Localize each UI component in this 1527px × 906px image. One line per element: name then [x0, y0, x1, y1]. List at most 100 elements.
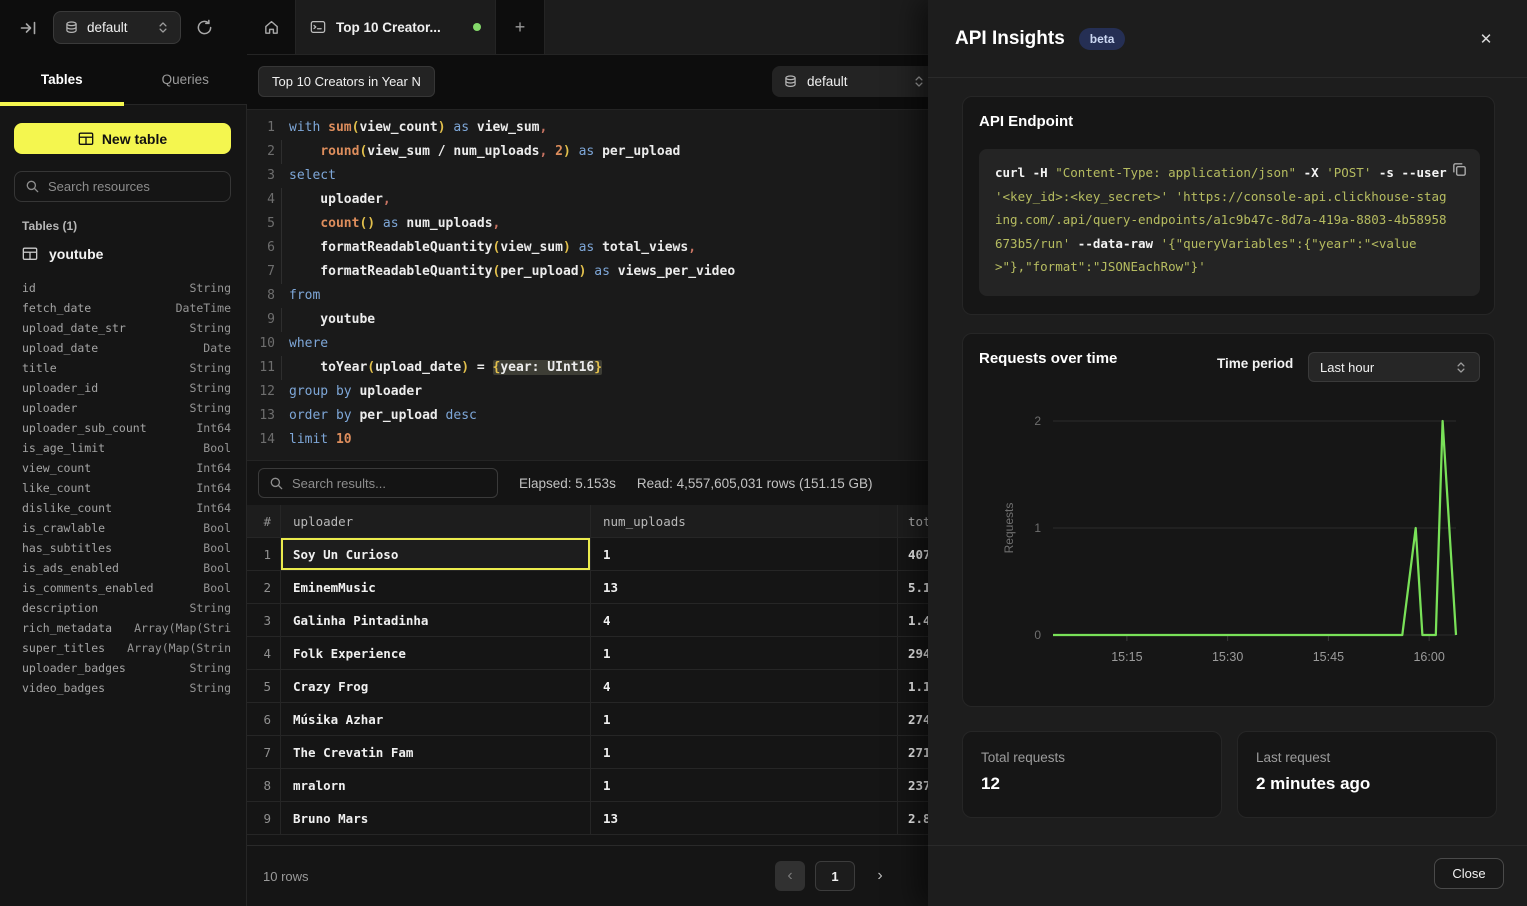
results-search[interactable] — [258, 468, 498, 498]
uploader-cell[interactable]: The Crevatin Fam — [281, 736, 591, 768]
sql-code: formatReadableQuantity(view_sum) as tota… — [275, 236, 696, 260]
query-name-button[interactable]: Top 10 Creators in Year N — [258, 66, 435, 97]
total-views-cell[interactable]: 407 — [898, 538, 928, 570]
column-type: Bool — [203, 561, 231, 575]
column-type: String — [189, 681, 231, 695]
num-uploads-cell[interactable]: 4 — [591, 604, 898, 636]
total-views-cell[interactable]: 294 — [898, 637, 928, 669]
uploader-cell[interactable]: EminemMusic — [281, 571, 591, 603]
total-views-cell[interactable]: 2.8 — [898, 802, 928, 834]
sql-editor[interactable]: 1with sum(view_count) as view_sum,2 roun… — [247, 110, 928, 460]
chevron-updown-icon — [1454, 360, 1468, 375]
chevron-updown-icon — [912, 74, 926, 89]
new-table-label: New table — [102, 131, 167, 147]
table-row: 2EminemMusic135.1 — [247, 571, 928, 604]
num-uploads-cell[interactable]: 1 — [591, 703, 898, 735]
total-views-cell[interactable]: 1.1 — [898, 670, 928, 702]
column-type: Int64 — [196, 501, 231, 515]
schema-column-row: upload_date_strString — [22, 318, 231, 338]
table-row: 9Bruno Mars132.8 — [247, 802, 928, 835]
schema-column-row: idString — [22, 278, 231, 298]
uploader-cell[interactable]: mralorn — [281, 769, 591, 801]
time-period-select[interactable]: Last hour — [1308, 352, 1480, 382]
num-uploads-cell[interactable]: 13 — [591, 802, 898, 834]
last-request-value: 2 minutes ago — [1256, 774, 1478, 794]
svg-text:Requests: Requests — [1002, 503, 1016, 554]
column-type: String — [189, 401, 231, 415]
svg-text:0: 0 — [1034, 628, 1041, 642]
elapsed-time: Elapsed: 5.153s — [519, 476, 616, 491]
sql-code: toYear(upload_date) = {year: UInt16} — [275, 356, 602, 380]
time-period-label: Time period — [1217, 356, 1293, 371]
beta-badge: beta — [1079, 28, 1126, 50]
total-views-cell[interactable]: 271 — [898, 736, 928, 768]
close-icon[interactable]: ✕ — [1472, 25, 1500, 53]
sql-code: formatReadableQuantity(per_upload) as vi… — [275, 260, 735, 284]
copy-icon[interactable] — [1451, 161, 1468, 178]
total-requests-card: Total requests 12 — [962, 731, 1222, 818]
schema-column-row: upload_dateDate — [22, 338, 231, 358]
num-uploads-cell[interactable]: 13 — [591, 571, 898, 603]
total-views-cell[interactable]: 5.1 — [898, 571, 928, 603]
chevron-right-icon: › — [877, 867, 882, 885]
new-table-button[interactable]: New table — [14, 123, 231, 154]
num-uploads-cell[interactable]: 1 — [591, 637, 898, 669]
schema-column-row: descriptionString — [22, 598, 231, 618]
sql-code: uploader, — [275, 188, 391, 212]
uploader-cell[interactable]: Folk Experience — [281, 637, 591, 669]
uploader-cell[interactable]: Músika Azhar — [281, 703, 591, 735]
home-button[interactable] — [247, 0, 296, 54]
num-uploads-cell[interactable]: 1 — [591, 736, 898, 768]
schema-column-row: titleString — [22, 358, 231, 378]
results-footer: 10 rows ‹ 1 › — [247, 845, 928, 906]
line-number: 6 — [247, 236, 275, 260]
tab-queries[interactable]: Queries — [124, 55, 248, 104]
schema-column-row: video_badgesString — [22, 678, 231, 698]
column-name: like_count — [22, 481, 91, 495]
resource-search[interactable] — [14, 171, 231, 202]
num-uploads-cell[interactable]: 1 — [591, 769, 898, 801]
last-request-label: Last request — [1256, 750, 1478, 765]
uploader-cell[interactable]: Soy Un Curioso — [281, 538, 591, 570]
column-type: String — [189, 661, 231, 675]
column-name: uploader_id — [22, 381, 98, 395]
sidebar-table-youtube[interactable]: youtube — [14, 241, 231, 267]
schema-column-row: is_ads_enabledBool — [22, 558, 231, 578]
column-type: Bool — [203, 581, 231, 595]
svg-text:16:00: 16:00 — [1413, 650, 1444, 664]
query-tab[interactable]: Top 10 Creator... — [296, 0, 496, 54]
sql-code: order by per_upload desc — [275, 404, 477, 428]
uploader-cell[interactable]: Galinha Pintadinha — [281, 604, 591, 636]
schema-column-row: uploader_sub_countInt64 — [22, 418, 231, 438]
resource-search-input[interactable] — [48, 179, 224, 194]
editor-database-selector[interactable]: default — [772, 66, 928, 97]
column-type: Int64 — [196, 481, 231, 495]
database-selector-value: default — [87, 20, 148, 35]
new-tab-button[interactable]: + — [496, 0, 545, 54]
tab-tables[interactable]: Tables — [0, 55, 124, 104]
column-type: String — [189, 381, 231, 395]
column-type: Bool — [203, 521, 231, 535]
results-search-input[interactable] — [292, 476, 487, 491]
sql-code: where — [275, 332, 328, 356]
pagination-next-button[interactable]: › — [865, 861, 895, 891]
total-views-cell[interactable]: 1.4 — [898, 604, 928, 636]
results-column-header: num_uploads — [591, 505, 898, 537]
pagination-prev-button[interactable]: ‹ — [775, 861, 805, 891]
column-type: String — [189, 321, 231, 335]
pagination-current-page[interactable]: 1 — [815, 861, 855, 891]
row-number-cell: 9 — [247, 802, 281, 834]
schema-column-row: view_countInt64 — [22, 458, 231, 478]
database-selector[interactable]: default — [53, 11, 181, 44]
uploader-cell[interactable]: Bruno Mars — [281, 802, 591, 834]
table-icon — [78, 131, 94, 147]
uploader-cell[interactable]: Crazy Frog — [281, 670, 591, 702]
sql-line: 1with sum(view_count) as view_sum, — [247, 116, 928, 140]
close-button[interactable]: Close — [1434, 858, 1504, 889]
total-views-cell[interactable]: 274 — [898, 703, 928, 735]
num-uploads-cell[interactable]: 4 — [591, 670, 898, 702]
refresh-button[interactable] — [189, 13, 219, 43]
num-uploads-cell[interactable]: 1 — [591, 538, 898, 570]
sidebar-collapse-button[interactable] — [12, 11, 46, 45]
total-views-cell[interactable]: 237 — [898, 769, 928, 801]
